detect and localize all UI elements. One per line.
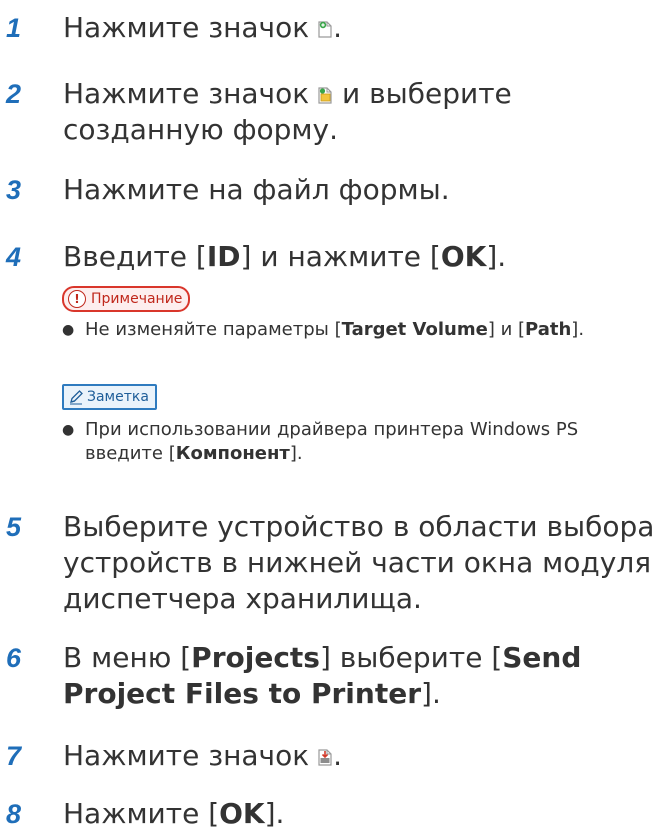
step-text-part: . xyxy=(333,739,343,772)
bullet-icon: ● xyxy=(62,422,75,438)
step-number: 4 xyxy=(6,242,22,272)
note-badge: ! Примечание xyxy=(62,286,191,312)
step-number: 5 xyxy=(6,512,22,542)
step-text-part: Нажмите значок xyxy=(63,739,310,772)
pencil-icon xyxy=(70,390,83,405)
step-number: 8 xyxy=(6,799,22,829)
memo-label: Заметка xyxy=(87,389,149,405)
exclamation-icon: ! xyxy=(68,290,86,308)
send-to-printer-icon xyxy=(317,739,333,766)
step-number: 6 xyxy=(6,643,22,673)
note-text: Не изменяйте параметры [Target Volume] и… xyxy=(85,319,585,340)
ui-term: OK xyxy=(219,797,265,830)
step-text: Нажмите [OK]. xyxy=(63,797,285,830)
step-number: 3 xyxy=(6,175,22,205)
step-text-part: Нажмите значок xyxy=(63,77,310,110)
open-form-icon xyxy=(317,77,333,104)
step-text-part: . xyxy=(333,11,343,44)
step-text: Нажмите значок. xyxy=(63,10,662,46)
bullet-icon: ● xyxy=(62,322,75,338)
step-text: Нажмите на файл формы. xyxy=(63,173,450,206)
ui-term: Path xyxy=(525,319,572,340)
ui-term: Projects xyxy=(191,641,320,674)
step-text: Нажмите значок и выберите созданную форм… xyxy=(63,76,662,148)
ui-term: Компонент xyxy=(175,443,290,464)
memo-badge: Заметка xyxy=(62,384,157,410)
step-number: 1 xyxy=(6,13,22,43)
step-text: Введите [ID] и нажмите [OK]. xyxy=(63,240,507,273)
memo-text: При использовании драйвера принтера Wind… xyxy=(85,419,579,464)
ui-term: Target Volume xyxy=(341,319,488,340)
ui-term: ID xyxy=(206,240,241,273)
note-label: Примечание xyxy=(91,291,183,307)
step-text: Выберите устройство в области выбора уст… xyxy=(63,510,655,615)
step-number: 2 xyxy=(6,79,22,109)
step-text: Нажмите значок. xyxy=(63,738,662,774)
step-text: В меню [Projects] выберите [Send Project… xyxy=(63,641,582,710)
ui-term: OK xyxy=(440,240,487,273)
step-number: 7 xyxy=(6,741,22,771)
step-text-part: Нажмите значок xyxy=(63,11,310,44)
new-form-icon xyxy=(317,11,333,38)
